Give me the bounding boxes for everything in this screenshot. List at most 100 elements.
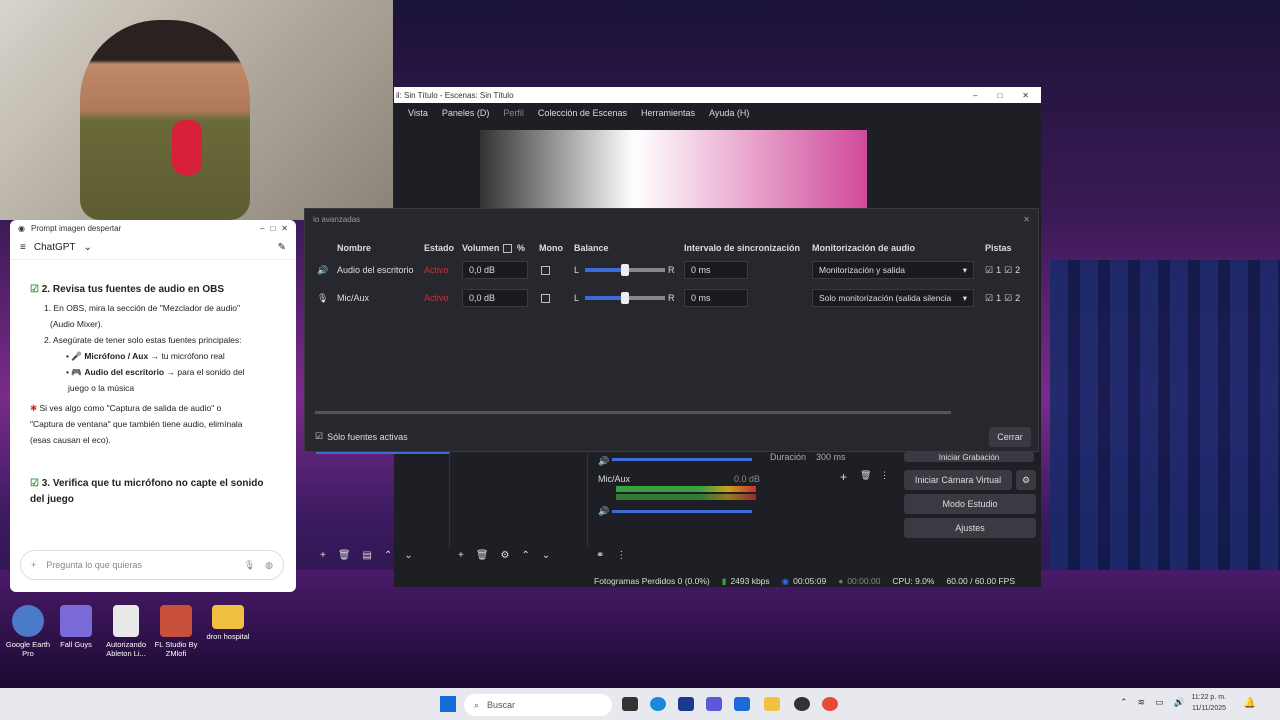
track-checkboxes[interactable]: ☑ 1 ☑ 2 (985, 265, 1020, 276)
mic-icon[interactable]: 🎙 (244, 560, 255, 571)
chat-input[interactable]: + Pregunta lo que quieras 🎙 ◍ (20, 550, 284, 580)
speaker-icon[interactable]: 🔊 (598, 506, 609, 517)
close-icon[interactable]: ✕ (281, 224, 288, 233)
chevron-down-icon: ▾ (962, 264, 967, 275)
menu-perfil[interactable]: Perfil (503, 108, 524, 118)
obs-preview[interactable] (480, 130, 867, 210)
start-recording-button[interactable]: Iniciar Grabación (904, 452, 1034, 462)
trash-icon[interactable]: 🗑 (860, 470, 871, 481)
notification-icon[interactable]: 🔔 (1244, 698, 1256, 709)
monitor-select[interactable]: Solo monitorización (salida silencia ▾ (812, 289, 974, 307)
windows-start-icon[interactable] (440, 696, 456, 712)
menu-ayuda[interactable]: Ayuda (H) (709, 108, 749, 118)
more-icon[interactable]: ⋮ (616, 550, 626, 561)
close-icon[interactable]: ✕ (1022, 91, 1029, 100)
plus-icon[interactable]: + (458, 550, 464, 561)
settings-button[interactable]: Ajustes (904, 518, 1036, 538)
monitor-select[interactable]: Monitorización y salida ▾ (812, 261, 974, 279)
check-icon[interactable]: ☑ (315, 431, 323, 442)
folder-icon (212, 605, 244, 629)
minimize-icon[interactable]: – (260, 224, 264, 233)
speaker-icon[interactable]: 🔊 (598, 456, 609, 467)
balance-slider[interactable] (585, 292, 665, 304)
app-icon[interactable] (706, 697, 722, 711)
menu-vista[interactable]: Vista (408, 108, 428, 118)
new-chat-icon[interactable]: ✎ (278, 242, 286, 253)
horizontal-scrollbar[interactable] (315, 411, 951, 414)
chevron-up-icon[interactable]: ⌃ (1120, 697, 1128, 708)
desktop-icon[interactable]: Autorizando Ableton Li... (98, 605, 154, 658)
voice-mode-icon[interactable]: ◍ (265, 560, 273, 571)
volume-input[interactable]: 0,0 dB (462, 261, 528, 279)
mic-icon: 🎤 (71, 351, 82, 361)
check-icon: ☑ (985, 264, 994, 275)
desktop-icon[interactable]: dron hospital (200, 605, 256, 641)
arrow-down-icon[interactable]: ⌄ (542, 550, 550, 561)
volume-icon[interactable]: 🔊 (1174, 697, 1185, 708)
arrow-up-icon[interactable]: ⌃ (384, 550, 392, 561)
gamepad-icon: 🎮 (71, 367, 82, 377)
maximize-icon[interactable]: □ (997, 91, 1002, 100)
obs-icon[interactable] (794, 697, 810, 711)
only-active-toggle[interactable]: ☑ Sólo fuentes activas (315, 431, 408, 442)
balance-l: L (574, 293, 580, 303)
arrow-down-icon[interactable]: ⌄ (404, 550, 412, 561)
model-selector[interactable]: ChatGPT (34, 242, 76, 253)
balance-slider[interactable] (585, 264, 665, 276)
mono-checkbox[interactable] (541, 265, 550, 275)
taskbar-search[interactable]: ⌕ Buscar (464, 694, 612, 716)
trash-icon[interactable]: 🗑 (476, 550, 489, 561)
battery-icon[interactable]: ▭ (1155, 697, 1164, 708)
close-button[interactable]: Cerrar (989, 427, 1031, 447)
audio-meter (616, 494, 756, 500)
maximize-icon[interactable]: □ (270, 224, 275, 233)
filter-icon[interactable]: ▤ (363, 550, 372, 561)
file-explorer-icon[interactable] (764, 697, 780, 711)
trash-icon[interactable]: 🗑 (338, 550, 351, 561)
studio-mode-button[interactable]: Modo Estudio (904, 494, 1036, 514)
volume-slider[interactable] (612, 458, 752, 461)
gear-icon[interactable]: ⚙ (501, 550, 510, 561)
chatgpt-header: ≡ ChatGPT ⌄ ✎ (10, 236, 296, 260)
scenes-dock[interactable] (316, 452, 450, 548)
plus-icon[interactable]: + (31, 560, 36, 570)
outlook-icon[interactable] (734, 697, 750, 711)
clock[interactable]: 11:22 p. m. 11/11/2025 (1191, 692, 1226, 714)
file-icon (113, 605, 139, 637)
gear-icon[interactable]: ⚙ (1016, 470, 1036, 490)
store-icon[interactable] (678, 697, 694, 711)
sync-input[interactable]: 0 ms (684, 261, 748, 279)
plus-icon[interactable]: + (320, 550, 326, 561)
link-icon[interactable]: ⚭ (596, 550, 604, 561)
more-icon[interactable]: ⋮ (880, 470, 889, 481)
menu-coleccion[interactable]: Colección de Escenas (538, 108, 627, 118)
sync-input[interactable]: 0 ms (684, 289, 748, 307)
list-item: → tu micrófono real (148, 351, 225, 361)
virtual-camera-button[interactable]: Iniciar Cámara Virtual (904, 470, 1012, 490)
wifi-icon[interactable]: ≋ (1138, 697, 1146, 708)
track-checkboxes[interactable]: ☑ 1 ☑ 2 (985, 293, 1020, 304)
desktop-icon[interactable]: FL Studio By ZMlofi (148, 605, 204, 658)
search-placeholder: Buscar (487, 700, 516, 710)
close-icon[interactable]: ✕ (1023, 215, 1030, 224)
chrome-icon[interactable] (822, 697, 838, 711)
minimize-icon[interactable]: – (973, 91, 977, 100)
desktop-icon[interactable]: Fall Guys (48, 605, 104, 649)
duration-value[interactable]: 300 ms (816, 452, 846, 462)
header-pct: % (517, 243, 526, 253)
plus-icon[interactable]: + (840, 470, 847, 484)
task-view-icon[interactable] (622, 697, 638, 711)
menu-paneles[interactable]: Paneles (D) (442, 108, 490, 118)
list-item: Asegúrate de tener solo estas fuentes pr… (52, 335, 242, 345)
sources-dock[interactable] (454, 452, 588, 548)
mono-checkbox[interactable] (541, 293, 550, 303)
taskbar: ⌕ Buscar 11:22 p. m. 11/11/2025 🔔 ⌃ ≋ ▭ … (0, 688, 1280, 720)
sidebar-toggle-icon[interactable]: ≡ (20, 242, 26, 253)
edge-icon[interactable] (650, 697, 666, 711)
volume-input[interactable]: 0,0 dB (462, 289, 528, 307)
arrow-up-icon[interactable]: ⌃ (522, 550, 530, 561)
volume-slider[interactable] (612, 510, 752, 513)
search-icon: ⌕ (474, 699, 480, 710)
pct-checkbox[interactable] (503, 243, 512, 253)
menu-herramientas[interactable]: Herramientas (641, 108, 695, 118)
